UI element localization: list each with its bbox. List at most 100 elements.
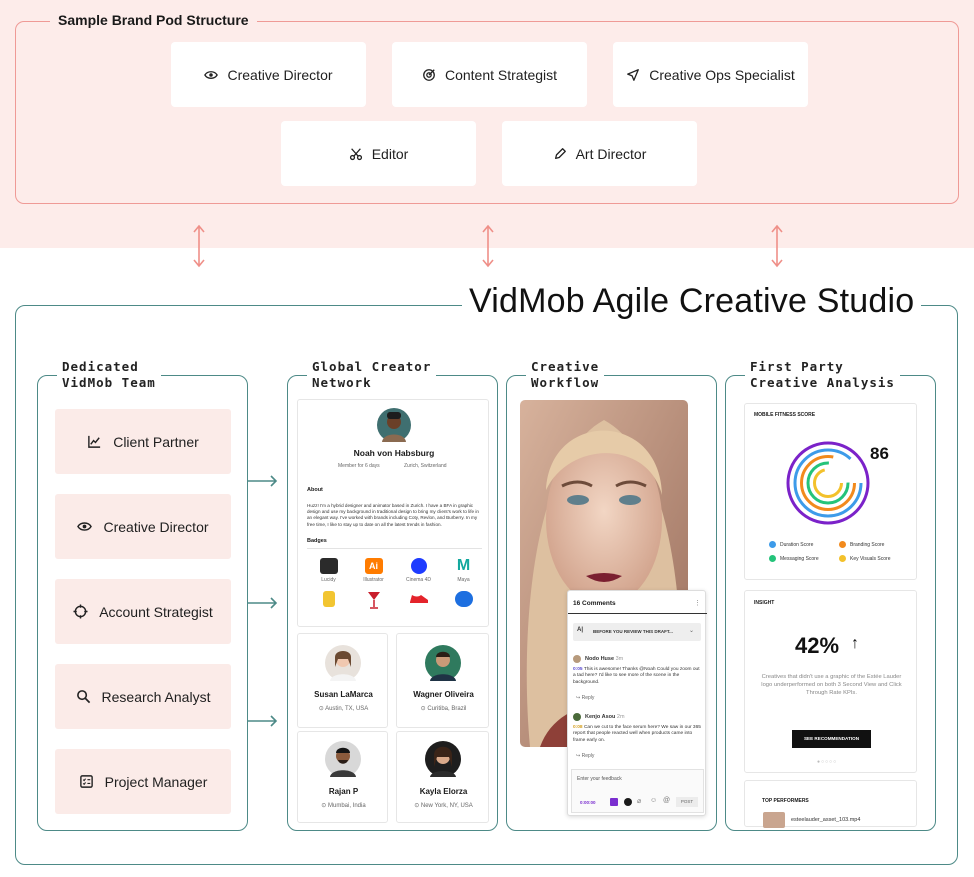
avatar — [573, 713, 581, 721]
cinema4d-badge-icon — [410, 558, 427, 574]
creator-member-since: Member for 6 days — [338, 463, 380, 469]
badge: Lucidy — [306, 558, 351, 583]
comments-divider — [568, 613, 707, 614]
carousel-dots[interactable]: ●○○○○ — [817, 759, 837, 765]
team-member-client-partner: Client Partner — [55, 409, 231, 474]
team-member-research-analyst: Research Analyst — [55, 664, 231, 729]
team-member-label: Client Partner — [113, 433, 199, 450]
about-heading: About — [307, 487, 323, 493]
pod-role-label: Editor — [371, 145, 409, 162]
ring-key-visuals — [813, 468, 843, 498]
pod-role-label: Creative Director — [227, 66, 333, 83]
pod-studio-connectors — [193, 224, 783, 268]
reply-link[interactable]: ↪ Reply — [576, 753, 594, 759]
creator-card-name: Kayla Elorza — [419, 787, 468, 796]
team-member-account-strategist: Account Strategist — [55, 579, 231, 644]
fitness-title: MOBILE FITNESS SCORE — [754, 412, 816, 418]
navigation-arrow-icon — [627, 68, 640, 81]
gaming-badge-icon — [454, 591, 473, 607]
comments-title: 16 Comments — [573, 600, 616, 607]
legend-item: Branding Score — [839, 541, 909, 548]
creator-card-name: Wagner Oliveira — [413, 690, 474, 699]
badges-grid: Lucidy Ai Illustrator Cinema 4D M Maya — [306, 558, 486, 614]
brand-pod-title: Sample Brand Pod Structure — [50, 12, 257, 28]
comment-text: 0:08 Can we cut to the face serum here? … — [573, 725, 701, 743]
emoji-icon[interactable]: ☺ — [650, 797, 657, 804]
shoe-badge-icon — [409, 595, 428, 603]
ring-duration — [793, 448, 863, 518]
fitness-rings-chart — [786, 441, 870, 525]
fitness-legend: Duration Score Branding Score Messaging … — [769, 541, 909, 562]
post-button[interactable]: POST — [676, 797, 698, 807]
arrow-right-icon — [247, 475, 278, 487]
brush-icon[interactable] — [624, 798, 632, 806]
pod-role-label: Art Director — [575, 145, 647, 162]
team-member-label: Research Analyst — [101, 688, 211, 705]
reply-link[interactable]: ↪ Reply — [576, 695, 594, 701]
attach-icon[interactable]: ⌀ — [637, 797, 641, 805]
top-asset-name[interactable]: esteelauder_asset_103.mp4 — [791, 817, 860, 823]
creator-avatar — [325, 645, 361, 681]
fitness-score: 86 — [870, 444, 889, 463]
column-label-analysis: First Party Creative Analysis — [745, 359, 900, 391]
creator-card: Susan LaMarca ⊙ Austin, TX, USA — [297, 633, 388, 728]
column-label-team: Dedicated VidMob Team — [57, 359, 161, 391]
comment-text: 0:05 This is awesome! Thanks @Noah Could… — [573, 667, 700, 685]
chevron-down-icon: ⌄ — [689, 628, 695, 634]
arrow-right-icon — [247, 597, 278, 609]
badge: Cinema 4D — [396, 558, 441, 583]
pod-role-label: Creative Ops Specialist — [649, 66, 795, 83]
illustrator-badge-icon: Ai — [364, 558, 383, 574]
legend-item: Key Visuals Score — [839, 555, 909, 562]
creator-avatar — [425, 645, 461, 681]
badge — [441, 591, 486, 614]
bottle-badge-icon — [322, 591, 335, 607]
creator-avatar — [425, 741, 461, 777]
pen-icon — [554, 147, 566, 159]
brief-collapsible[interactable]: A| BEFORE YOU REVIEW THIS DRAFT... ⌄ — [573, 623, 701, 641]
creator-card-location: ⊙ Austin, TX, USA — [318, 706, 369, 712]
chart-line-icon — [88, 435, 101, 448]
pod-role-editor: Editor — [281, 121, 476, 186]
maya-badge-icon: M — [456, 557, 471, 574]
legend-item: Duration Score — [769, 541, 839, 548]
see-recommendation-button[interactable]: SEE RECOMMENDATION — [792, 730, 871, 748]
insight-text: Creatives that didn't use a graphic of t… — [761, 674, 902, 696]
legend-item: Messaging Score — [769, 555, 839, 562]
team-member-label: Creative Director — [103, 518, 209, 535]
eye-icon — [204, 70, 219, 79]
double-arrow-icon — [482, 224, 494, 268]
arrow-right-icon — [247, 715, 278, 727]
team-member-label: Account Strategist — [99, 603, 213, 620]
top-performers-card: TOP PERFORMERS esteelauder_asset_103.mp4 — [744, 780, 917, 828]
more-icon[interactable]: ⋮ — [694, 599, 701, 607]
asset-thumbnail[interactable] — [763, 812, 785, 828]
badge — [351, 591, 396, 614]
avatar — [573, 655, 581, 663]
feedback-box[interactable]: Enter your feedback 0:00:00 ⌀ ☺ @ POST — [571, 769, 704, 813]
double-arrow-icon — [771, 224, 783, 268]
double-arrow-icon — [193, 224, 205, 268]
creator-card-name: Rajan P — [328, 787, 359, 796]
team-network-connectors — [247, 475, 278, 727]
creator-avatar — [325, 741, 361, 777]
lucidy-badge-icon — [319, 558, 338, 574]
top-performers-title: TOP PERFORMERS — [762, 798, 809, 804]
creator-profile-card: Noah von Habsburg Member for 6 days Zuri… — [297, 399, 489, 627]
crosshair-icon — [73, 604, 88, 619]
mention-icon[interactable]: @ — [663, 797, 670, 804]
pod-role-creative-ops-specialist: Creative Ops Specialist — [613, 42, 808, 107]
team-member-creative-director: Creative Director — [55, 494, 231, 559]
badges-heading: Badges — [307, 538, 327, 544]
scissors-icon — [349, 147, 362, 160]
comment-author: Kenjo Asou 2m — [585, 714, 625, 720]
pod-role-creative-director: Creative Director — [171, 42, 366, 107]
insight-value: 42% — [795, 633, 840, 658]
checklist-icon — [79, 775, 93, 788]
target-icon — [423, 68, 435, 81]
badges-divider — [307, 548, 482, 549]
badge: M Maya — [441, 557, 486, 584]
brief-icon: A| — [577, 627, 584, 633]
feedback-input[interactable]: Enter your feedback — [577, 776, 622, 782]
checkbox-icon[interactable] — [610, 798, 618, 806]
